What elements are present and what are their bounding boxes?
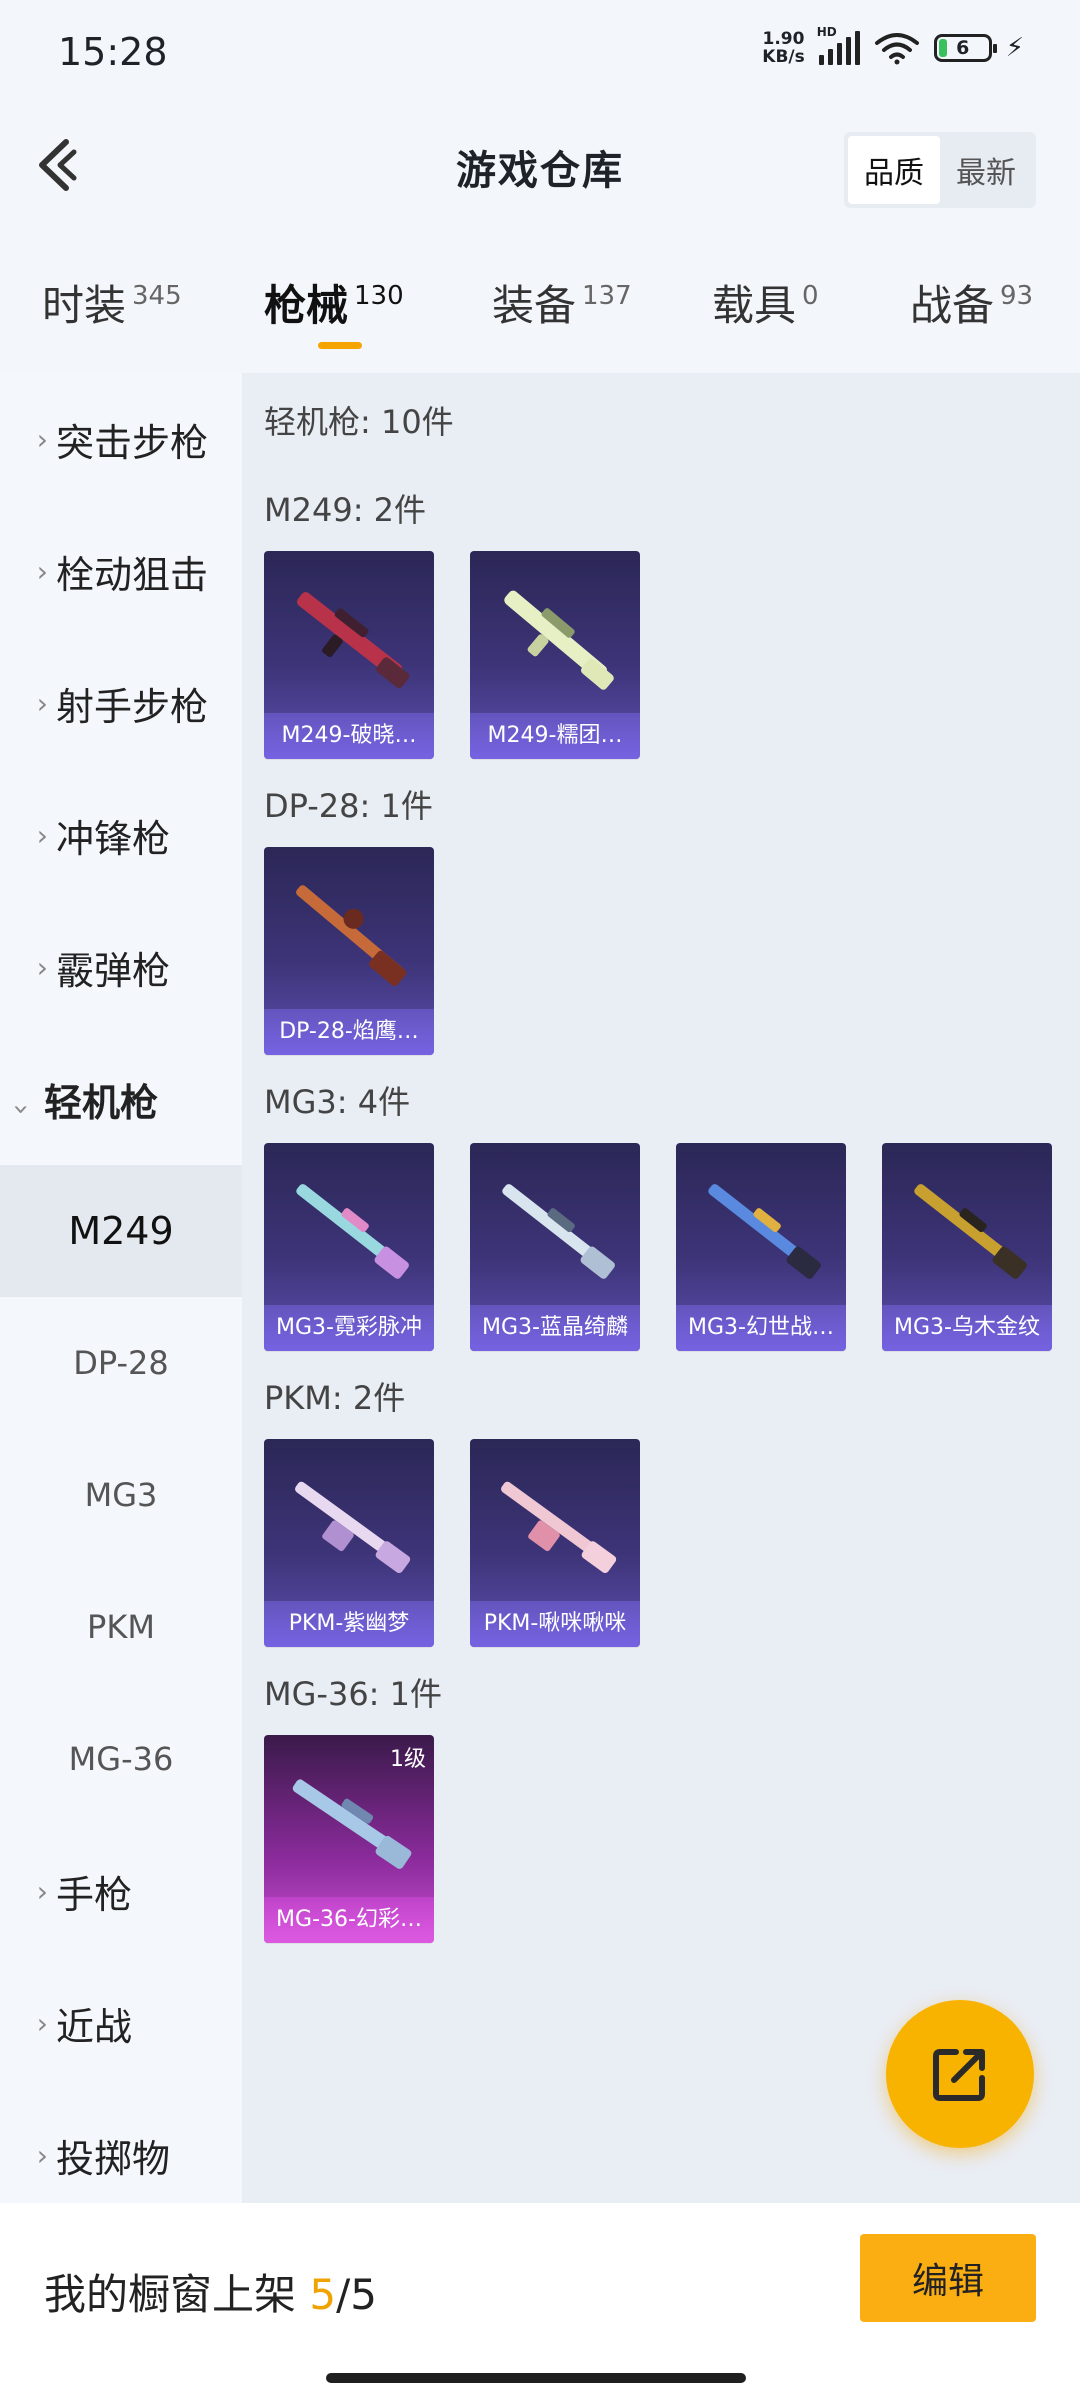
gun-icon	[504, 590, 614, 690]
sidebar-subitem-pkm[interactable]: PKM	[0, 1561, 242, 1693]
group-heading: M249: 2件	[264, 491, 427, 529]
header: 游戏仓库 品质 最新	[0, 110, 1080, 220]
tab-equipment[interactable]: 装备 137	[492, 272, 632, 333]
status-bar: 15:28 1.90 KB/s HD 6 ⚡	[0, 0, 1080, 110]
group-heading: MG-36: 1件	[264, 1675, 442, 1713]
tab-guns[interactable]: 枪械 130	[264, 272, 404, 333]
home-indicator[interactable]	[326, 2373, 746, 2383]
item-name: MG-36-幻彩…	[264, 1897, 434, 1943]
category-sidebar: › 突击步枪 › 栓动狙击 › 射手步枪 › 冲锋枪 › 霰弹枪 › 轻机枪 M249 DP…	[0, 373, 242, 2203]
gun-icon	[296, 885, 407, 986]
chevron-right-icon: ›	[36, 422, 48, 456]
sidebar-subitem-m249[interactable]: M249	[0, 1165, 242, 1297]
status-icons: 1.90 KB/s HD 6 ⚡	[762, 25, 1024, 67]
chevron-right-icon: ›	[36, 2006, 48, 2040]
bottom-bar: 我的橱窗上架 5/5 编辑	[0, 2203, 1080, 2400]
item-card[interactable]: PKM-啾咪啾咪	[470, 1439, 640, 1647]
share-button[interactable]	[886, 2000, 1034, 2148]
category-tabs: 时装 345 枪械 130 装备 137 载具 0 战备 93	[0, 250, 1080, 360]
item-name: PKM-啾咪啾咪	[470, 1601, 640, 1647]
item-card[interactable]: MG3-蓝晶绮麟	[470, 1143, 640, 1351]
item-name: M249-破晓…	[264, 713, 434, 759]
gun-icon	[914, 1184, 1027, 1279]
gun-icon	[502, 1184, 615, 1279]
cell-signal-icon: HD	[817, 25, 860, 65]
item-list: 轻机枪: 10件 M249: 2件 M249-破晓… M249-糯团… DP-2…	[242, 373, 1080, 2203]
battery-icon: 6	[933, 34, 997, 62]
showcase-used-count: 5	[309, 2270, 337, 2319]
edit-button[interactable]: 编辑	[860, 2234, 1036, 2322]
gun-icon	[708, 1184, 821, 1279]
clock: 15:28	[58, 30, 168, 74]
tab-vehicles[interactable]: 载具 0	[712, 272, 819, 333]
sidebar-item-pistol[interactable]: › 手枪	[0, 1825, 242, 1957]
gun-icon	[295, 1481, 411, 1574]
chevron-right-icon: ›	[36, 686, 48, 720]
gun-icon	[297, 592, 410, 688]
group-heading: MG3: 4件	[264, 1083, 411, 1121]
charging-icon: ⚡	[1005, 33, 1024, 63]
sidebar-subitem-mg3[interactable]: MG3	[0, 1429, 242, 1561]
group-heading: PKM: 2件	[264, 1379, 406, 1417]
item-name: MG3-蓝晶绮麟	[470, 1305, 640, 1351]
item-name: M249-糯团…	[470, 713, 640, 759]
sidebar-item-smg[interactable]: › 冲锋枪	[0, 769, 242, 901]
gun-icon	[296, 1184, 409, 1279]
share-icon	[933, 2049, 985, 2101]
item-card[interactable]: M249-糯团…	[470, 551, 640, 759]
item-card[interactable]: PKM-紫幽梦	[264, 1439, 434, 1647]
item-card[interactable]: M249-破晓…	[264, 551, 434, 759]
sidebar-item-melee[interactable]: › 近战	[0, 1957, 242, 2089]
tab-fashion[interactable]: 时装 345	[42, 272, 182, 333]
item-level-badge: 1级	[390, 1747, 426, 1772]
chevron-right-icon: ›	[36, 818, 48, 852]
active-tab-indicator	[318, 342, 362, 349]
network-speed: 1.90 KB/s	[762, 29, 805, 67]
item-name: PKM-紫幽梦	[264, 1601, 434, 1647]
hd-badge: HD	[816, 25, 837, 39]
chevron-right-icon: ›	[36, 1874, 48, 1908]
sort-toggle: 品质 最新	[844, 132, 1036, 208]
item-card[interactable]: MG3-幻世战…	[676, 1143, 846, 1351]
sort-quality-button[interactable]: 品质	[848, 136, 940, 204]
sidebar-item-lmg[interactable]: › 轻机枪	[0, 1033, 242, 1165]
sidebar-item-bolt-sniper[interactable]: › 栓动狙击	[0, 505, 242, 637]
chevron-down-icon: ›	[5, 1103, 39, 1115]
sidebar-subitem-mg36[interactable]: MG-36	[0, 1693, 242, 1825]
item-name: MG3-乌木金纹	[882, 1305, 1052, 1351]
item-card[interactable]: MG3-霓彩脉冲	[264, 1143, 434, 1351]
item-card[interactable]: 1级 MG-36-幻彩…	[264, 1735, 434, 1943]
sidebar-subitem-dp28[interactable]: DP-28	[0, 1297, 242, 1429]
item-card[interactable]: DP-28-焰鹰…	[264, 847, 434, 1055]
sidebar-item-shotgun[interactable]: › 霰弹枪	[0, 901, 242, 1033]
item-card[interactable]: MG3-乌木金纹	[882, 1143, 1052, 1351]
chevron-right-icon: ›	[36, 554, 48, 588]
item-name: DP-28-焰鹰…	[264, 1009, 434, 1055]
tab-supplies[interactable]: 战备 93	[910, 272, 1033, 333]
showcase-total: /5	[336, 2270, 377, 2319]
chevron-right-icon: ›	[36, 2138, 48, 2172]
section-total: 轻机枪: 10件	[264, 403, 454, 441]
item-name: MG3-霓彩脉冲	[264, 1305, 434, 1351]
sidebar-item-marksman-rifle[interactable]: › 射手步枪	[0, 637, 242, 769]
group-heading: DP-28: 1件	[264, 787, 433, 825]
showcase-status: 我的橱窗上架 5/5	[44, 2270, 377, 2319]
sidebar-item-throwable[interactable]: › 投掷物	[0, 2089, 242, 2221]
wifi-icon	[874, 33, 919, 65]
sidebar-item-assault-rifle[interactable]: › 突击步枪	[0, 373, 242, 505]
item-name: MG3-幻世战…	[676, 1305, 846, 1351]
gun-icon	[501, 1481, 617, 1574]
chevron-right-icon: ›	[36, 950, 48, 984]
sort-newest-button[interactable]: 最新	[940, 136, 1032, 204]
